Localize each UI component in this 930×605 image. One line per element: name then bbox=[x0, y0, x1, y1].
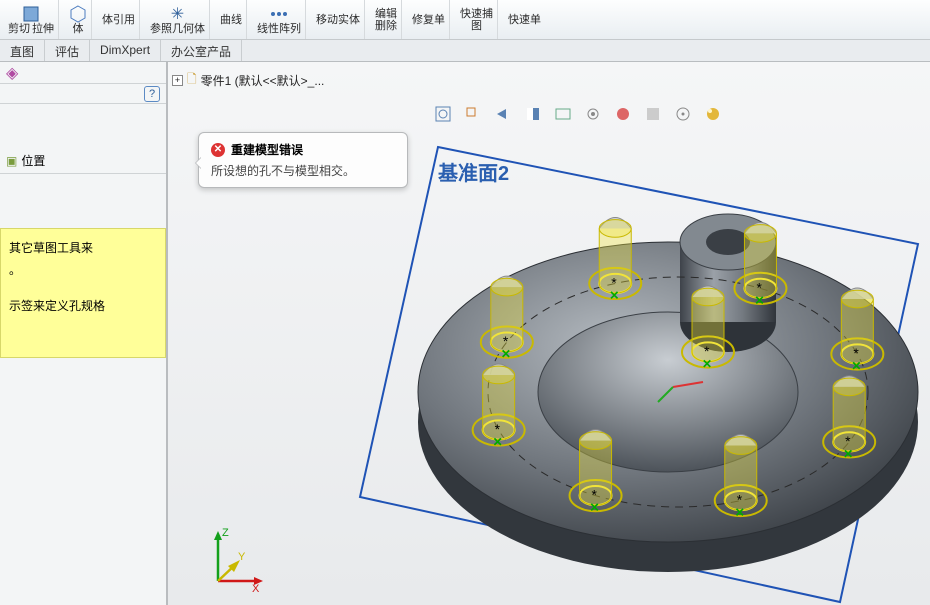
ribbon-label: 快速单 bbox=[508, 14, 541, 26]
svg-text:✕: ✕ bbox=[702, 357, 712, 371]
ribbon-label: 修复单 bbox=[412, 14, 445, 26]
tab-evaluate[interactable]: 评估 bbox=[45, 40, 90, 61]
triad-x-label: X bbox=[252, 583, 260, 595]
tab-dimxpert[interactable]: DimXpert bbox=[90, 40, 161, 61]
panel-pin-row: ◈ bbox=[0, 62, 166, 84]
triad-z-label: Z bbox=[222, 527, 229, 539]
graphics-viewport[interactable]: + 🗋 零件1 (默认<<默认>_... 基准面2 ✕ 重建模型错误 所设想的 bbox=[168, 62, 930, 605]
model-canvas: *✕*✕*✕*✕*✕*✕*✕*✕*✕ bbox=[168, 62, 930, 605]
svg-text:✕: ✕ bbox=[609, 288, 619, 302]
ribbon-group-quick[interactable]: 快速单 bbox=[504, 0, 545, 39]
ribbon: 剪切 拉伸 体 体引用 ✳ 参照几何体 曲线 线性阵列 移动实体 编辑 删除 修… bbox=[0, 0, 930, 40]
ribbon-group-refgeom[interactable]: ✳ 参照几何体 bbox=[146, 0, 210, 39]
tip-line: 其它草图工具来 bbox=[9, 237, 157, 259]
ribbon-group-repair[interactable]: 修复单 bbox=[408, 0, 450, 39]
ribbon-group-bodyref[interactable]: 体引用 bbox=[98, 0, 140, 39]
ribbon-label: 拉伸 bbox=[32, 23, 54, 35]
tip-box: 其它草图工具来 。 示签来定义孔规格 bbox=[0, 228, 166, 358]
hex-icon bbox=[69, 5, 87, 23]
panel-help-row: ? bbox=[0, 84, 166, 104]
svg-text:✕: ✕ bbox=[501, 347, 511, 361]
ribbon-group-body[interactable]: 体 bbox=[65, 0, 92, 39]
pin-icon[interactable]: ◈ bbox=[6, 63, 18, 83]
position-icon: ▣ bbox=[6, 154, 17, 168]
tip-line: 。 bbox=[9, 259, 157, 281]
ribbon-label: 编辑 bbox=[375, 8, 397, 20]
property-manager: ◈ ? ▣ 位置 其它草图工具来 。 示签来定义孔规格 bbox=[0, 62, 168, 605]
command-tabs: 直图 评估 DimXpert 办公室产品 bbox=[0, 40, 930, 62]
ribbon-group-movebody[interactable]: 移动实体 bbox=[312, 0, 365, 39]
ribbon-label: 线性阵列 bbox=[257, 23, 301, 35]
tip-line: 示签来定义孔规格 bbox=[9, 295, 157, 317]
svg-text:✕: ✕ bbox=[735, 506, 745, 520]
svg-text:✕: ✕ bbox=[590, 501, 600, 515]
ribbon-label: 移动实体 bbox=[316, 14, 360, 26]
tab-sketch[interactable]: 直图 bbox=[0, 40, 45, 61]
ribbon-label: 体引用 bbox=[102, 14, 135, 26]
svg-text:✕: ✕ bbox=[754, 293, 764, 307]
svg-text:✕: ✕ bbox=[493, 435, 503, 449]
hub-bore bbox=[706, 229, 750, 255]
cut-icon bbox=[22, 5, 40, 23]
ribbon-group-curves[interactable]: 曲线 bbox=[216, 0, 247, 39]
ribbon-label: 图 bbox=[471, 20, 482, 32]
triad-y-label: Y bbox=[238, 551, 246, 563]
asterisk-icon: ✳ bbox=[169, 5, 187, 23]
position-label: 位置 bbox=[21, 152, 45, 169]
ribbon-label: 快速捕 bbox=[460, 8, 493, 20]
ribbon-label: 参照几何体 bbox=[150, 23, 205, 35]
ribbon-group-linearpattern[interactable]: 线性阵列 bbox=[253, 0, 306, 39]
pattern-icon bbox=[270, 5, 288, 23]
ribbon-label: 剪切 bbox=[8, 23, 30, 35]
position-row[interactable]: ▣ 位置 bbox=[0, 148, 166, 174]
ribbon-group-cut-extrude[interactable]: 剪切 拉伸 bbox=[4, 0, 59, 39]
svg-text:✕: ✕ bbox=[851, 359, 861, 373]
svg-text:✕: ✕ bbox=[843, 447, 853, 461]
orientation-triad[interactable]: Z X Y bbox=[198, 526, 268, 599]
ribbon-group-edit-delete[interactable]: 编辑 删除 bbox=[371, 0, 402, 39]
help-icon[interactable]: ? bbox=[144, 86, 160, 102]
ribbon-label: 删除 bbox=[375, 20, 397, 32]
ribbon-label: 曲线 bbox=[220, 14, 242, 26]
tab-office[interactable]: 办公室产品 bbox=[161, 40, 242, 61]
ribbon-label: 体 bbox=[73, 23, 84, 35]
ribbon-group-quicksnap[interactable]: 快速捕 图 bbox=[456, 0, 498, 39]
